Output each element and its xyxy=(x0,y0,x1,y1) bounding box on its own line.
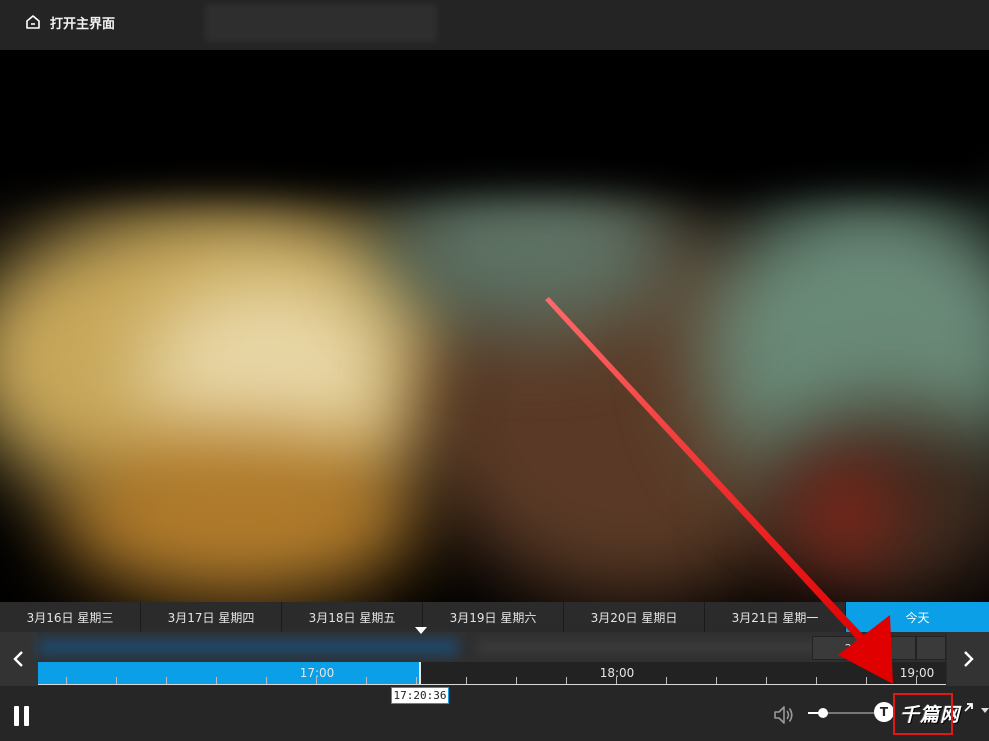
hour-label: 18:00 xyxy=(599,666,635,680)
day-tab[interactable]: 3月19日 星期六 xyxy=(423,602,564,632)
day-tab[interactable]: 3月20日 星期日 xyxy=(564,602,705,632)
video-viewport[interactable] xyxy=(0,50,989,602)
timeline-tick xyxy=(66,677,67,684)
timeline-tick xyxy=(516,677,517,684)
volume-icon[interactable] xyxy=(772,704,796,726)
video-blur-region xyxy=(60,430,420,600)
video-blur-region xyxy=(800,470,890,560)
timeline-tick xyxy=(866,677,867,684)
watermark-logo-icon: T xyxy=(874,702,894,722)
timeline-tick xyxy=(666,677,667,684)
timeline-tick xyxy=(366,677,367,684)
volume-knob[interactable] xyxy=(818,708,828,718)
fullscreen-icon[interactable] xyxy=(956,700,976,720)
timeline-track[interactable]: 17:00 18:00 19:00 xyxy=(38,662,946,684)
day-tab[interactable]: 3月21日 星期一 xyxy=(705,602,846,632)
hour-label: 17:00 xyxy=(299,666,335,680)
video-blur-region xyxy=(380,170,680,330)
timeline-track-upper[interactable] xyxy=(38,632,946,662)
day-tab[interactable]: 3月16日 星期三 xyxy=(0,602,141,632)
timeline-tick xyxy=(416,677,417,684)
player-controls: T 千篇网 xyxy=(0,686,989,741)
date-picker-chip[interactable]: 2022··· xyxy=(812,636,916,660)
playhead-marker[interactable] xyxy=(415,627,427,634)
timeline-tick xyxy=(216,677,217,684)
current-time-label: 17:20:36 xyxy=(391,687,449,704)
playhead-line[interactable] xyxy=(419,662,421,684)
timeline-tick xyxy=(616,677,617,684)
pause-icon xyxy=(14,706,19,726)
day-tab[interactable]: 3月17日 星期四 xyxy=(141,602,282,632)
redacted-title xyxy=(205,4,437,42)
chevron-right-icon xyxy=(964,651,974,667)
redacted-track xyxy=(478,640,838,654)
timeline: 2022··· 17:00 18:00 19:00 xyxy=(0,627,989,686)
day-tabs: 3月16日 星期三 3月17日 星期四 3月18日 星期五 3月19日 星期六 … xyxy=(0,602,989,632)
open-main-window-label: 打开主界面 xyxy=(50,16,116,32)
timeline-next-button[interactable] xyxy=(947,632,989,686)
timeline-tick xyxy=(166,677,167,684)
timeline-tick xyxy=(466,677,467,684)
timeline-tick xyxy=(116,677,117,684)
timeline-axis xyxy=(38,684,946,685)
timeline-tick xyxy=(716,677,717,684)
timeline-prev-button[interactable] xyxy=(0,632,38,686)
chevron-left-icon xyxy=(13,651,23,667)
more-options-caret-icon[interactable] xyxy=(981,708,989,713)
timeline-tick xyxy=(566,677,567,684)
timeline-tick xyxy=(916,677,917,684)
redacted-track xyxy=(38,638,458,656)
pause-button[interactable] xyxy=(14,706,34,726)
home-icon xyxy=(26,15,40,29)
top-bar: 打开主界面 xyxy=(0,0,989,50)
volume-slider[interactable] xyxy=(808,708,874,718)
hour-label: 19:00 xyxy=(899,666,935,680)
video-dark-top xyxy=(0,50,989,190)
timeline-tick xyxy=(266,677,267,684)
timeline-tick xyxy=(316,677,317,684)
date-picker-chip-end[interactable] xyxy=(916,636,946,660)
timeline-tick xyxy=(766,677,767,684)
day-tab[interactable]: 3月18日 星期五 xyxy=(282,602,423,632)
pause-icon xyxy=(24,706,29,726)
recorded-segment xyxy=(38,662,419,684)
timeline-tick xyxy=(816,677,817,684)
open-main-window-button[interactable]: 打开主界面 xyxy=(24,10,115,34)
annotation-highlight-box xyxy=(893,693,953,735)
day-tab-today[interactable]: 今天 xyxy=(846,602,989,632)
